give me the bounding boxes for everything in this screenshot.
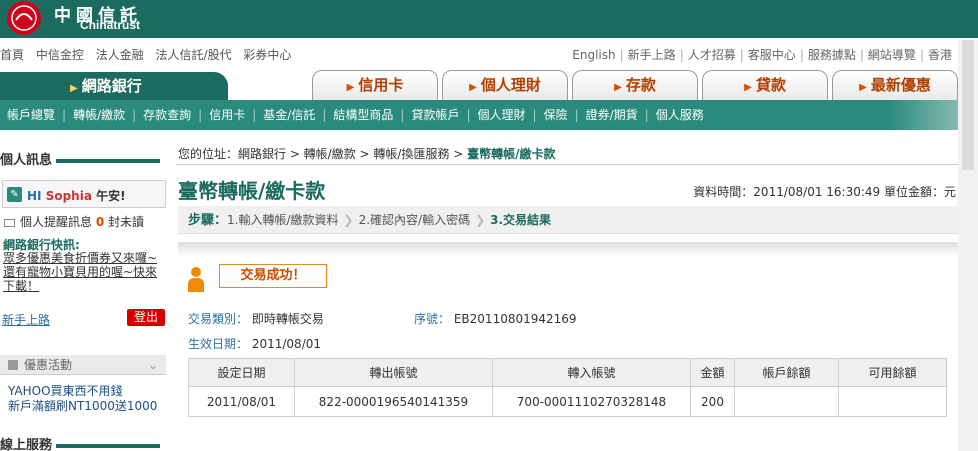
- table-header-row: 設定日期 轉出帳號 轉入帳號 金額 帳戶餘額 可用餘額: [188, 358, 947, 387]
- step-2: 2.確認內容/輸入密碼: [358, 213, 471, 227]
- arrow-right-icon: ▶: [859, 82, 867, 93]
- pencil-icon: ✎: [7, 187, 22, 202]
- news-link[interactable]: 眾多優惠美食折價券又來囉~還有寵物小寶貝用的喔~快來下載！: [3, 251, 165, 293]
- util-link-hongkong[interactable]: 香港: [928, 48, 952, 62]
- sub-navigation: 帳戶總覽 | 轉帳/繳款 | 存款查詢 | 信用卡 | 基金/信託 | 結構型商品 | 貸款帳戶 | 個人理…: [0, 100, 978, 130]
- brand-name-en: Chinatrust: [80, 18, 140, 32]
- col-balance: 帳戶餘額: [734, 358, 839, 387]
- promo-link-yahoo[interactable]: YAHOO買東西不用錢: [8, 384, 157, 399]
- util-link-holdings[interactable]: 中信金控: [36, 48, 84, 62]
- cell-set-date: 2011/08/01: [188, 386, 295, 417]
- utility-nav-right: English | 新手上路 | 人才招募 | 客服中心 | 服務據點 | 網站導覽 | 香港: [572, 48, 952, 62]
- cell-available: [838, 386, 947, 417]
- serial-number: 序號： EB20110801942169: [414, 312, 577, 326]
- success-message: 交易成功！: [219, 264, 327, 288]
- tab-credit-card[interactable]: ▶ 信用卡: [312, 70, 438, 100]
- arrow-right-icon: ▶: [70, 83, 78, 94]
- chevron-right-icon: ❯: [343, 213, 354, 227]
- tab-promotions[interactable]: ▶ 最新優惠: [832, 70, 958, 100]
- util-link-home[interactable]: 首頁: [0, 48, 24, 62]
- col-amount: 金額: [690, 358, 735, 387]
- cell-amount: 200: [690, 386, 735, 417]
- transaction-type: 交易類別： 即時轉帳交易: [188, 312, 324, 326]
- util-link-newbie[interactable]: 新手上路: [628, 48, 676, 62]
- cell-balance: [734, 386, 839, 417]
- tab-loan[interactable]: ▶ 貸款: [702, 70, 828, 100]
- util-link-english[interactable]: English: [572, 48, 615, 62]
- newbie-link[interactable]: 新手上路: [2, 311, 50, 328]
- subnav-wealth[interactable]: 個人理財: [471, 108, 533, 122]
- page-title: 臺幣轉帳/繳卡款: [178, 179, 326, 203]
- col-available: 可用餘額: [838, 358, 947, 387]
- promo-list: YAHOO買東西不用錢 新戶滿額刷NT1000送1000: [8, 384, 157, 414]
- arrow-right-icon: ▶: [614, 82, 622, 93]
- data-time: 資料時間：2011/08/01 16:30:49 單位金額：元: [693, 185, 956, 199]
- step-indicator: 步驟：1.輸入轉帳/繳款資料 ❯ 2.確認內容/輸入密碼 ❯ 3.交易結果: [178, 206, 958, 234]
- col-set-date: 設定日期: [188, 358, 295, 387]
- user-name: Sophia: [45, 189, 92, 203]
- cell-to-account: 700-0001110270328148: [492, 386, 691, 417]
- util-link-careers[interactable]: 人才招募: [688, 48, 736, 62]
- cell-from-account: 822-0000196540141359: [294, 386, 493, 417]
- subnav-credit-card[interactable]: 信用卡: [202, 108, 252, 122]
- logout-button[interactable]: 登出: [127, 309, 165, 326]
- subnav-transfer[interactable]: 轉帳/繳款: [66, 108, 132, 122]
- subnav-accounts[interactable]: 帳戶總覽: [0, 108, 62, 122]
- scrollbar-thumb[interactable]: [962, 40, 974, 170]
- unread-count: 0: [95, 215, 105, 229]
- breadcrumb-current: 臺幣轉帳/繳卡款: [467, 147, 556, 161]
- subnav-fund[interactable]: 基金/信託: [256, 108, 322, 122]
- util-link-trust[interactable]: 法人信託/股代: [156, 48, 232, 62]
- greeting-box: ✎ HI Sophia 午安!: [2, 180, 166, 208]
- step-3-current: 3.交易結果: [490, 213, 552, 227]
- arrow-right-icon: ▶: [469, 82, 477, 93]
- arrow-right-icon: ▶: [744, 82, 752, 93]
- mail-icon: [4, 218, 15, 227]
- chinatrust-logo-icon[interactable]: [0, 0, 46, 36]
- chevron-right-icon: ❯: [475, 213, 486, 227]
- divider: [178, 242, 958, 256]
- breadcrumb: 您的位址：網路銀行 > 轉帳/繳款 > 轉帳/換匯服務 > 臺幣轉帳/繳卡款: [178, 147, 556, 161]
- step-1: 1.輸入轉帳/繳款資料: [227, 213, 339, 227]
- online-service-heading: 線上服務: [0, 434, 161, 451]
- greeting-text: HI Sophia 午安!: [27, 189, 126, 203]
- result-table: 設定日期 轉出帳號 轉入帳號 金額 帳戶餘額 可用餘額 2011/08/01 8…: [188, 358, 947, 417]
- subnav-loan-account[interactable]: 貸款帳戶: [404, 108, 466, 122]
- tab-online-banking[interactable]: ▶ 網路銀行: [0, 72, 228, 100]
- heading-bar: [56, 158, 161, 163]
- person-icon: [188, 267, 204, 293]
- promo-link-newcard[interactable]: 新戶滿額刷NT1000送1000: [8, 399, 157, 414]
- message-reminder[interactable]: 個人提醒訊息 0 封未讀: [4, 213, 144, 230]
- divider: [176, 164, 958, 165]
- util-link-service[interactable]: 客服中心: [748, 48, 796, 62]
- subnav-personal[interactable]: 個人服務: [649, 108, 711, 122]
- col-to-account: 轉入帳號: [492, 358, 691, 387]
- heading-bar: [56, 443, 161, 448]
- util-link-lottery[interactable]: 彩券中心: [243, 48, 291, 62]
- util-link-corporate[interactable]: 法人金融: [96, 48, 144, 62]
- utility-nav-left: 首頁 中信金控 法人金融 法人信託/股代 彩券中心: [0, 46, 299, 62]
- tab-wealth[interactable]: ▶ 個人理財: [442, 70, 568, 100]
- effective-date: 生效日期： 2011/08/01: [188, 337, 322, 351]
- subnav-securities[interactable]: 證券/期貨: [579, 108, 645, 122]
- subnav-deposit-query[interactable]: 存款查詢: [136, 108, 198, 122]
- subnav-insurance[interactable]: 保險: [537, 108, 575, 122]
- subnav-structured[interactable]: 結構型商品: [326, 108, 400, 122]
- arrow-right-icon: ▶: [346, 82, 355, 93]
- chevron-down-icon: ⌄: [147, 358, 158, 372]
- promo-header[interactable]: 優惠活動 ⌄: [0, 355, 166, 375]
- col-from-account: 轉出帳號: [294, 358, 493, 387]
- util-link-sitemap[interactable]: 網站導覽: [868, 48, 916, 62]
- tab-deposit[interactable]: ▶ 存款: [572, 70, 698, 100]
- header-bar: 中國信託 Chinatrust: [0, 0, 978, 38]
- table-row: 2011/08/01 822-0000196540141359 700-0001…: [188, 386, 947, 417]
- gift-icon: [8, 360, 18, 370]
- util-link-branches[interactable]: 服務據點: [808, 48, 856, 62]
- personal-info-heading: 個人訊息: [0, 149, 161, 168]
